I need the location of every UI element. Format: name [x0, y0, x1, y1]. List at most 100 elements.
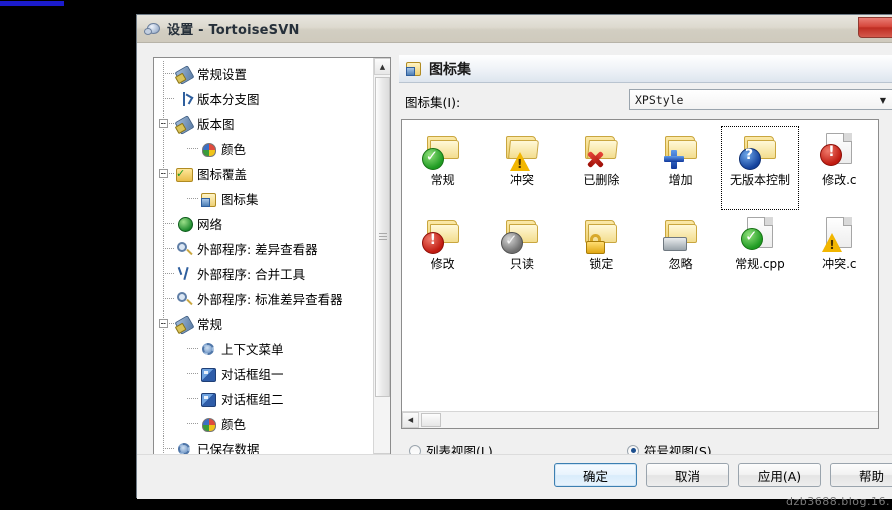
tree-item-label: 外部程序: 标准差异查看器	[197, 292, 343, 307]
palette-icon	[200, 141, 216, 157]
watermark: dzb3688.blog.16.	[786, 495, 890, 508]
dialog-button-1[interactable]: 取消	[646, 463, 729, 487]
file-yellow-bang	[818, 214, 860, 254]
warning-badge-icon	[822, 233, 843, 252]
icon-grid-item-label: 常规	[430, 173, 455, 187]
tree-connector	[163, 448, 175, 449]
settings-tree[interactable]: 常规设置版本分支图版本图颜色图标覆盖图标集网络外部程序: 差异查看器外部程序: …	[153, 57, 391, 471]
dialog-button-2[interactable]: 应用(A)	[738, 463, 821, 487]
pane-header: 图标集	[399, 55, 892, 83]
tree-item-8[interactable]: 外部程序: 合并工具	[154, 261, 374, 286]
scroll-up-icon[interactable]: ▲	[374, 58, 390, 75]
branch-icon	[176, 91, 192, 107]
tree-item-14[interactable]: 颜色	[154, 411, 374, 436]
hscrollbar-thumb[interactable]	[421, 413, 441, 427]
tree-item-label: 外部程序: 差异查看器	[197, 242, 318, 257]
tree-item-1[interactable]: 版本分支图	[154, 86, 374, 111]
tree-connector	[163, 223, 175, 224]
settings-dialog: 设置 - TortoiseSVN 常规设置版本分支图版本图颜色图标覆盖图标集网络…	[136, 14, 892, 499]
icon-grid-hscrollbar[interactable]: ◀	[402, 411, 878, 428]
iconset-icon	[405, 60, 422, 77]
icon-grid-row: 常规 冲突 已删除 增加 无版本控制 修改.c	[402, 126, 878, 210]
icon-grid-item-0-3[interactable]: 增加	[642, 126, 719, 210]
dialog-button-bar: 确定 取消 应用(A) 帮助	[137, 454, 892, 499]
ignore-badge-icon	[662, 237, 687, 251]
dialog-button-3[interactable]: 帮助	[830, 463, 892, 487]
icon-grid-item-1-0[interactable]: 修改	[404, 210, 481, 294]
folder-ignore	[660, 214, 702, 254]
icon-grid-item-label: 已删除	[583, 173, 620, 187]
icon-preview-area[interactable]: 常规 冲突 已删除 增加 无版本控制 修改.c 修改 只读 锁定 忽略 常规.cpp 冲突.c ◀	[401, 119, 879, 429]
dialogs-icon	[200, 366, 216, 382]
icon-grid-item-0-0[interactable]: 常规	[404, 126, 481, 210]
wrench-icon	[174, 314, 195, 335]
icon-grid-item-0-2[interactable]: 已删除	[563, 126, 640, 210]
close-icon[interactable]	[858, 17, 892, 38]
tree-item-13[interactable]: 对话框组二	[154, 386, 374, 411]
delete-badge-icon	[585, 150, 605, 169]
green-check-badge-icon	[421, 147, 444, 170]
tree-item-2[interactable]: 版本图	[154, 111, 374, 136]
tree-item-6[interactable]: 网络	[154, 211, 374, 236]
tree-item-11[interactable]: 上下文菜单	[154, 336, 374, 361]
folder-blue-question	[738, 130, 781, 170]
tree-connector	[187, 348, 199, 349]
tree-item-5[interactable]: 图标集	[154, 186, 374, 211]
folder-green-check	[421, 130, 464, 170]
right-pane: 图标集 图标集(I): XPStyle ▼ 常规 冲突 已删除 增加 无版本控制 修改.c…	[399, 45, 892, 499]
add-badge-icon	[663, 150, 684, 169]
tree-item-label: 对话框组一	[221, 367, 284, 382]
tree-connector	[163, 323, 175, 324]
tree-item-label: 常规设置	[197, 67, 248, 82]
tree-connector	[187, 423, 199, 424]
tree-item-7[interactable]: 外部程序: 差异查看器	[154, 236, 374, 261]
modified-badge-icon	[421, 232, 444, 254]
tree-item-10[interactable]: 常规	[154, 311, 374, 336]
tree-item-3[interactable]: 颜色	[154, 136, 374, 161]
icon-grid-item-0-4[interactable]: 无版本控制	[721, 126, 799, 210]
question-badge-icon	[738, 147, 761, 170]
icon-grid-item-1-2[interactable]: 锁定	[563, 210, 640, 294]
magnifier-icon	[176, 291, 192, 307]
icon-grid-item-1-3[interactable]: 忽略	[642, 210, 719, 294]
tree-connector	[187, 198, 199, 199]
icon-grid-item-label: 增加	[668, 173, 693, 187]
readonly-badge-icon	[500, 231, 523, 254]
tree-item-12[interactable]: 对话框组一	[154, 361, 374, 386]
tree-guide-line	[163, 186, 164, 211]
green-check-badge-icon	[740, 227, 763, 250]
icon-grid-item-0-5[interactable]: 修改.c	[801, 126, 878, 210]
tree-item-0[interactable]: 常规设置	[154, 61, 374, 86]
icon-grid-row: 修改 只读 锁定 忽略 常规.cpp 冲突.c	[402, 210, 878, 294]
screen: 设置 - TortoiseSVN 常规设置版本分支图版本图颜色图标覆盖图标集网络…	[0, 0, 892, 510]
desktop-bottom-mask	[0, 498, 892, 510]
tree-item-4[interactable]: 图标覆盖	[154, 161, 374, 186]
title-bar[interactable]: 设置 - TortoiseSVN	[137, 15, 892, 43]
icon-grid-item-1-4[interactable]: 常规.cpp	[721, 210, 798, 294]
chevron-down-icon[interactable]: ▼	[876, 93, 890, 107]
dialog-button-0[interactable]: 确定	[554, 463, 637, 487]
desktop-top-mask	[0, 0, 892, 14]
icon-grid-item-1-1[interactable]: 只读	[483, 210, 560, 294]
icon-grid-item-1-5[interactable]: 冲突.c	[801, 210, 878, 294]
tree-item-label: 常规	[197, 317, 223, 332]
tree-item-label: 版本图	[197, 117, 235, 132]
scrollbar-thumb[interactable]	[375, 77, 390, 397]
folder-gray-check	[500, 214, 543, 254]
tree-scrollbar[interactable]: ▲ ▼	[373, 58, 390, 470]
wrench-icon	[174, 64, 195, 85]
icon-grid-item-label: 只读	[509, 257, 534, 271]
tree-connector	[163, 73, 175, 74]
iconset-row: 图标集(I): XPStyle ▼	[401, 89, 892, 111]
overlay-icon	[176, 166, 193, 182]
scroll-left-icon[interactable]: ◀	[402, 412, 419, 428]
tree-item-9[interactable]: 外部程序: 标准差异查看器	[154, 286, 374, 311]
icon-grid-item-0-1[interactable]: 冲突	[483, 126, 560, 210]
folder-lock	[580, 214, 622, 254]
window-title: 设置 - TortoiseSVN	[167, 23, 300, 38]
tree-guide-line	[163, 336, 164, 361]
iconset-select[interactable]: XPStyle ▼	[629, 89, 892, 110]
icon-grid-item-label: 冲突	[509, 173, 534, 187]
wrench-icon	[174, 114, 195, 135]
tortoise-icon	[144, 20, 161, 37]
